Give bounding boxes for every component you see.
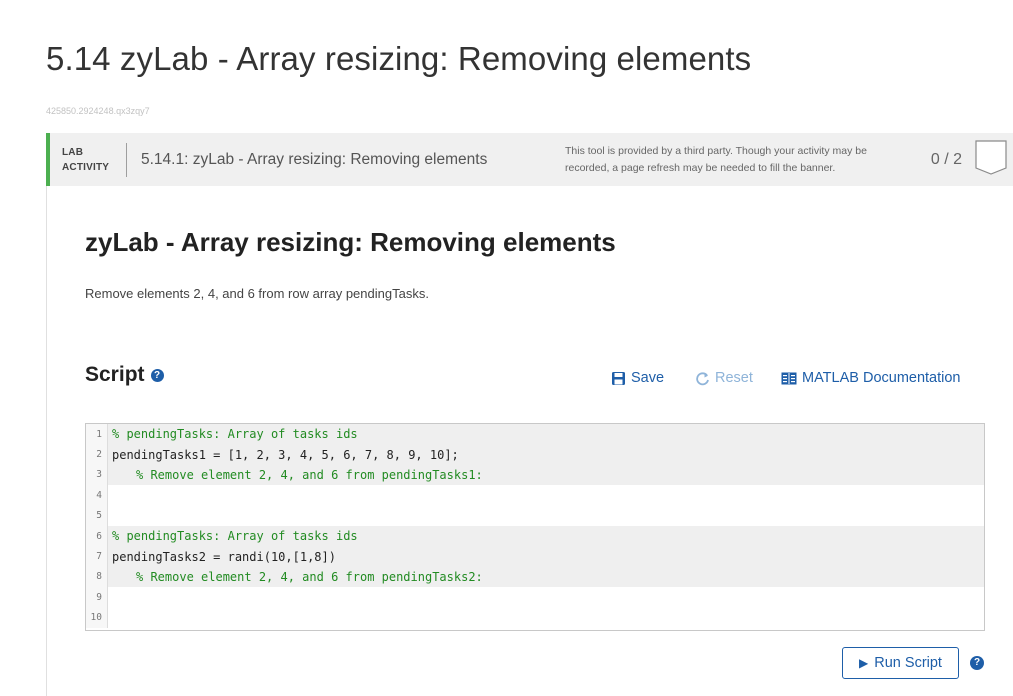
line-number: 10 <box>86 607 108 628</box>
line-number: 2 <box>86 444 108 465</box>
code-line: 8 % Remove element 2, 4, and 6 from pend… <box>86 566 984 588</box>
code-line-editable[interactable]: 10 <box>86 607 984 628</box>
code-line-editable[interactable]: 4 <box>86 485 984 506</box>
code-line: 7 pendingTasks2 = randi(10,[1,8]) <box>86 546 984 567</box>
line-number: 7 <box>86 546 108 567</box>
third-party-note: This tool is provided by a third party. … <box>565 144 867 174</box>
lab-activity-banner: LAB ACTIVITY 5.14.1: zyLab - Array resiz… <box>46 133 1013 186</box>
script-section-title: Script ? <box>85 363 164 387</box>
book-icon <box>781 372 797 384</box>
reset-icon <box>696 371 709 385</box>
script-help-icon[interactable]: ? <box>150 368 164 382</box>
line-number: 1 <box>86 424 108 445</box>
code-line-editable[interactable]: 9 <box>86 587 984 608</box>
code-editor[interactable]: 1 % pendingTasks: Array of tasks ids 2 p… <box>85 423 985 631</box>
reset-button[interactable]: Reset <box>695 370 753 386</box>
lab-activity-label: LAB ACTIVITY <box>62 146 110 173</box>
code-text: % pendingTasks: Array of tasks ids <box>112 529 358 544</box>
activity-id: 425850.2924248.qx3zqy7 <box>46 106 150 116</box>
reset-label: Reset <box>715 370 753 386</box>
line-number: 8 <box>86 566 108 588</box>
line-number: 5 <box>86 505 108 526</box>
code-text: pendingTasks1 = [1, 2, 3, 4, 5, 6, 7, 8,… <box>112 447 459 462</box>
run-script-button[interactable]: ▶ Run Script <box>842 647 959 679</box>
code-line: 1 % pendingTasks: Array of tasks ids <box>86 424 984 445</box>
play-icon: ▶ <box>859 656 869 670</box>
save-icon <box>612 371 625 385</box>
line-number: 6 <box>86 525 108 547</box>
banner-divider <box>126 142 127 177</box>
matlab-documentation-label: MATLAB Documentation <box>802 370 961 386</box>
code-text: % Remove element 2, 4, and 6 from pendin… <box>136 467 483 482</box>
page-title: 5.14 zyLab - Array resizing: Removing el… <box>46 40 752 77</box>
run-help-icon[interactable]: ? <box>970 656 984 670</box>
script-label: Script <box>85 363 145 386</box>
code-line: 2 pendingTasks1 = [1, 2, 3, 4, 5, 6, 7, … <box>86 444 984 465</box>
score-label: 0 / 2 <box>930 150 962 168</box>
matlab-documentation-link[interactable]: MATLAB Documentation <box>781 370 961 386</box>
line-number: 4 <box>86 485 108 506</box>
code-line: 6 % pendingTasks: Array of tasks ids <box>86 525 984 547</box>
lab-card: zyLab - Array resizing: Removing element… <box>46 186 1013 696</box>
code-text: % Remove element 2, 4, and 6 from pendin… <box>136 569 483 584</box>
code-line: 3 % Remove element 2, 4, and 6 from pend… <box>86 464 984 486</box>
save-button[interactable]: Save <box>611 370 664 386</box>
lab-description: Remove elements 2, 4, and 6 from row arr… <box>85 286 429 301</box>
code-text: pendingTasks2 = randi(10,[1,8]) <box>112 549 336 564</box>
code-text: % pendingTasks: Array of tasks ids <box>112 427 358 442</box>
line-number: 3 <box>86 464 108 486</box>
completion-badge-icon <box>975 140 1007 175</box>
run-script-label: Run Script <box>874 655 942 671</box>
lab-heading: zyLab - Array resizing: Removing element… <box>85 227 616 257</box>
line-number: 9 <box>86 587 108 608</box>
banner-title: 5.14.1: zyLab - Array resizing: Removing… <box>141 150 488 168</box>
save-label: Save <box>631 370 665 386</box>
code-line-editable[interactable]: 5 <box>86 505 984 526</box>
